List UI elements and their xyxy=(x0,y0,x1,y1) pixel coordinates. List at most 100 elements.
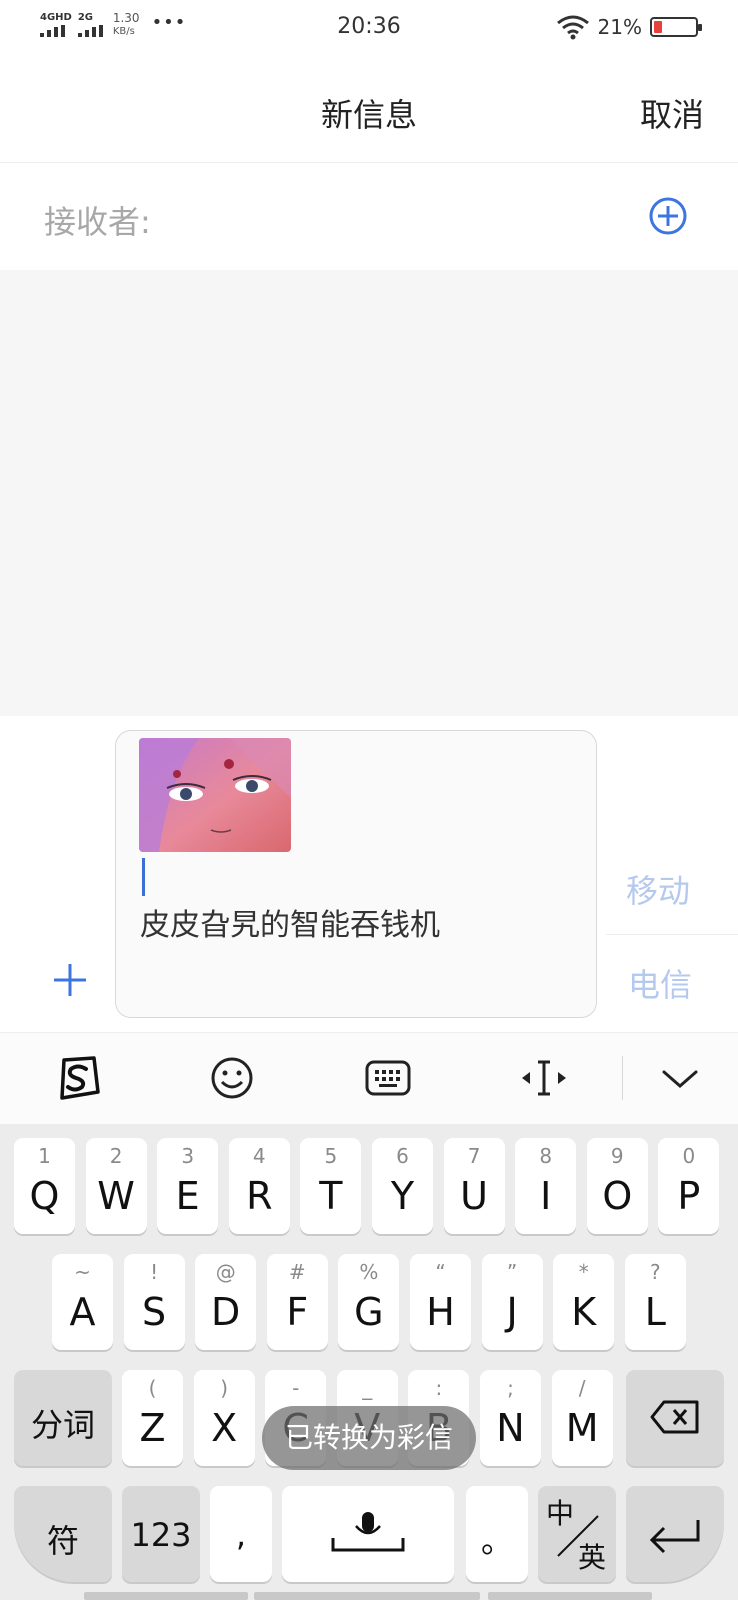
key-label: X xyxy=(211,1406,238,1450)
key-q[interactable]: 1Q xyxy=(14,1138,75,1234)
key-label: I xyxy=(540,1174,552,1218)
key-hint: ~ xyxy=(74,1260,91,1284)
key-n[interactable]: ; N xyxy=(480,1370,541,1466)
space-key[interactable] xyxy=(282,1486,454,1582)
key-hint: 9 xyxy=(610,1144,624,1168)
key-label: Q xyxy=(29,1174,60,1218)
key-m[interactable]: / M xyxy=(551,1370,613,1466)
key-label: L xyxy=(644,1290,666,1334)
key-a[interactable]: ~ A xyxy=(52,1254,113,1350)
key-hint: 6 xyxy=(396,1144,409,1168)
battery-icon xyxy=(650,17,702,37)
period-key[interactable]: 。 xyxy=(466,1486,528,1582)
key-hint: % xyxy=(359,1260,379,1284)
key-hint: ” xyxy=(506,1260,518,1284)
key-l[interactable]: ? L xyxy=(624,1254,686,1350)
key-label: P xyxy=(677,1174,701,1218)
key-u[interactable]: 7U xyxy=(443,1138,505,1234)
key-w[interactable]: 2W xyxy=(85,1138,147,1234)
key-hint: ! xyxy=(150,1260,159,1284)
status-bar: 4GHD 2G 1.30 KB/s ••• 20:36 21% xyxy=(0,0,738,58)
key-hint: 2 xyxy=(109,1144,123,1168)
key-d[interactable]: @ D xyxy=(195,1254,257,1350)
key-r[interactable]: 4R xyxy=(228,1138,290,1234)
key-label: K xyxy=(571,1290,597,1334)
key-t[interactable]: 5T xyxy=(300,1138,362,1234)
key-label: S xyxy=(142,1290,167,1334)
comma-key[interactable]: , xyxy=(210,1486,272,1582)
key-hint: 5 xyxy=(324,1144,338,1168)
number-key[interactable]: 123 xyxy=(122,1486,200,1582)
key-label: Z xyxy=(139,1406,166,1450)
key-hint: _ xyxy=(362,1376,373,1400)
key-hint: ) xyxy=(220,1376,228,1400)
keyboard-icon[interactable] xyxy=(364,1054,412,1102)
comma-key-label: , xyxy=(235,1516,247,1554)
cursor-move-icon[interactable] xyxy=(520,1054,568,1102)
nav-strip xyxy=(488,1592,652,1600)
period-key-label: 。 xyxy=(480,1522,513,1560)
symbol-key-label: 符 xyxy=(46,1522,79,1560)
key-i[interactable]: 8I xyxy=(515,1138,577,1234)
key-p[interactable]: 0P xyxy=(658,1138,720,1234)
key-label: W xyxy=(97,1174,135,1218)
key-hint: : xyxy=(435,1376,443,1400)
send-sim1-button[interactable]: 移动 xyxy=(626,866,690,912)
key-label: O xyxy=(602,1174,633,1218)
key-f[interactable]: # F xyxy=(266,1254,328,1350)
key-label: J xyxy=(506,1290,518,1334)
chevron-down-icon[interactable] xyxy=(656,1054,704,1102)
key-h[interactable]: “H xyxy=(410,1254,471,1350)
key-label: N xyxy=(496,1406,525,1450)
key-hint: 8 xyxy=(539,1144,553,1168)
key-y[interactable]: 6Y xyxy=(372,1138,433,1234)
emoji-icon[interactable] xyxy=(208,1054,256,1102)
nav-strip xyxy=(254,1592,480,1600)
key-label: T xyxy=(319,1174,343,1218)
sogou-logo-icon[interactable] xyxy=(54,1054,102,1102)
key-g[interactable]: % G xyxy=(338,1254,400,1350)
recipient-label: 接收者: xyxy=(44,203,151,241)
key-hint: 1 xyxy=(38,1144,51,1168)
key-label: U xyxy=(460,1174,488,1218)
key-x[interactable]: ) X xyxy=(193,1370,255,1466)
backspace-key[interactable] xyxy=(626,1370,724,1466)
diagonal-divider xyxy=(557,1515,599,1557)
plus-circle-icon[interactable] xyxy=(648,196,688,236)
key-label: E xyxy=(175,1174,200,1218)
key-hint: ; xyxy=(507,1376,514,1400)
key-label: H xyxy=(426,1290,455,1334)
send-sim2-button[interactable]: 电信 xyxy=(628,960,692,1006)
battery-percent: 21% xyxy=(597,15,642,39)
key-label: Y xyxy=(390,1174,415,1218)
key-z[interactable]: (Z xyxy=(122,1370,183,1466)
key-s[interactable]: ! S xyxy=(123,1254,185,1350)
key-label: G xyxy=(354,1290,384,1334)
fenci-key[interactable]: 分词 xyxy=(14,1370,112,1466)
cancel-button[interactable]: 取消 xyxy=(640,90,704,136)
key-hint: 4 xyxy=(252,1144,266,1168)
key-hint: 7 xyxy=(467,1144,481,1168)
recipient-row[interactable]: 接收者: xyxy=(0,163,738,270)
wifi-icon xyxy=(556,15,589,40)
text-cursor xyxy=(142,858,145,896)
conversation-area xyxy=(0,270,738,716)
key-k[interactable]: * K xyxy=(553,1254,615,1350)
title-bar: 新信息 取消 xyxy=(0,58,738,163)
key-label: M xyxy=(565,1406,599,1450)
enter-icon xyxy=(649,1520,700,1554)
key-o[interactable]: 9O xyxy=(586,1138,648,1234)
key-e[interactable]: 3E xyxy=(157,1138,219,1234)
microphone-icon xyxy=(331,1512,405,1552)
battery-level xyxy=(654,21,662,33)
key-j[interactable]: ” J xyxy=(481,1254,543,1350)
number-key-label: 123 xyxy=(130,1516,192,1554)
key-hint: 3 xyxy=(181,1144,195,1168)
language-switch-key[interactable]: 中 英 xyxy=(538,1486,616,1582)
attached-image[interactable] xyxy=(139,738,291,852)
message-text[interactable]: 皮皮旮旯的智能吞钱机 xyxy=(140,900,440,944)
sim-divider xyxy=(606,934,738,935)
key-label: D xyxy=(211,1290,241,1334)
plus-icon[interactable] xyxy=(52,962,88,998)
nav-strip xyxy=(84,1592,248,1600)
